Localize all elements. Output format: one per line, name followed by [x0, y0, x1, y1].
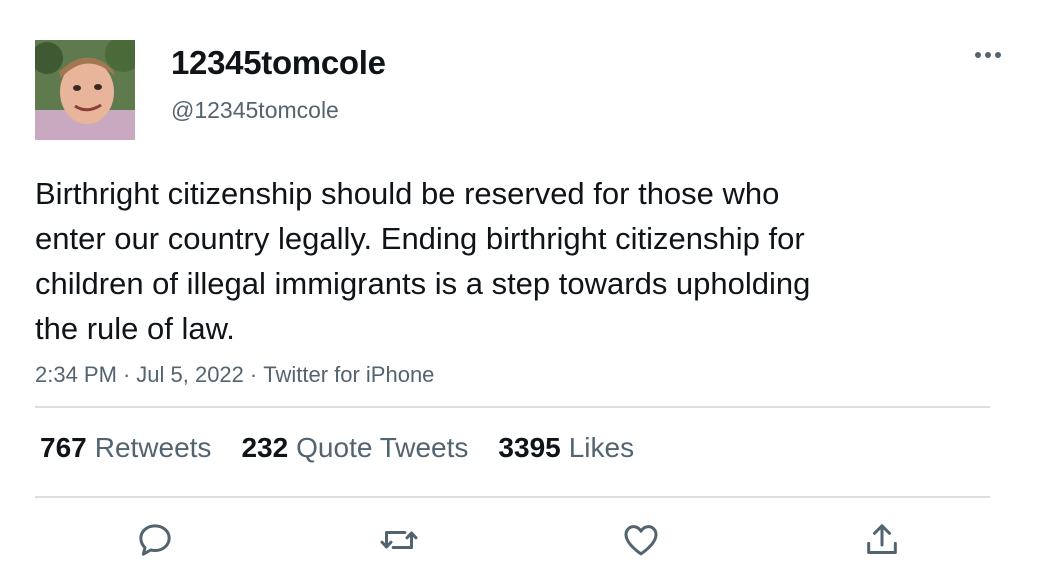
share-button[interactable] — [860, 518, 904, 562]
retweet-icon — [380, 531, 418, 549]
tweet-date[interactable]: Jul 5, 2022 — [136, 362, 244, 387]
avatar[interactable] — [35, 40, 135, 140]
reply-button[interactable] — [133, 518, 177, 562]
like-button[interactable] — [619, 518, 663, 562]
user-handle[interactable]: @12345tomcole — [171, 95, 339, 125]
heart-icon — [624, 525, 658, 556]
display-name[interactable]: 12345tomcole — [171, 43, 386, 83]
share-icon — [867, 524, 897, 554]
likes-label: Likes — [568, 432, 635, 463]
divider — [35, 496, 990, 498]
reply-icon — [139, 524, 171, 556]
tweet-time[interactable]: 2:34 PM — [35, 362, 117, 387]
tweet-stats: 767 Retweets 232 Quote Tweets 3395 Likes — [40, 430, 664, 466]
tweet-source[interactable]: Twitter for iPhone — [263, 362, 434, 387]
meta-separator: · — [249, 362, 258, 387]
likes-count: 3395 — [498, 432, 561, 463]
tweet-meta: 2:34 PM · Jul 5, 2022 · Twitter for iPhone — [35, 360, 434, 390]
meta-separator: · — [122, 362, 131, 387]
more-icon — [975, 52, 1001, 58]
retweets-label: Retweets — [94, 432, 212, 463]
retweet-button[interactable] — [377, 518, 421, 562]
tweet-text: Birthright citizenship should be reserve… — [35, 176, 811, 346]
divider — [35, 406, 990, 408]
retweets-stat[interactable]: 767 Retweets — [40, 430, 211, 466]
quote-tweets-count: 232 — [241, 432, 289, 463]
avatar-image — [35, 40, 135, 140]
retweets-count: 767 — [40, 432, 87, 463]
quote-tweets-label: Quote Tweets — [296, 432, 469, 463]
likes-stat[interactable]: 3395 Likes — [498, 430, 634, 466]
quote-tweets-stat[interactable]: 232 Quote Tweets — [241, 430, 468, 466]
more-button[interactable] — [970, 40, 1006, 70]
